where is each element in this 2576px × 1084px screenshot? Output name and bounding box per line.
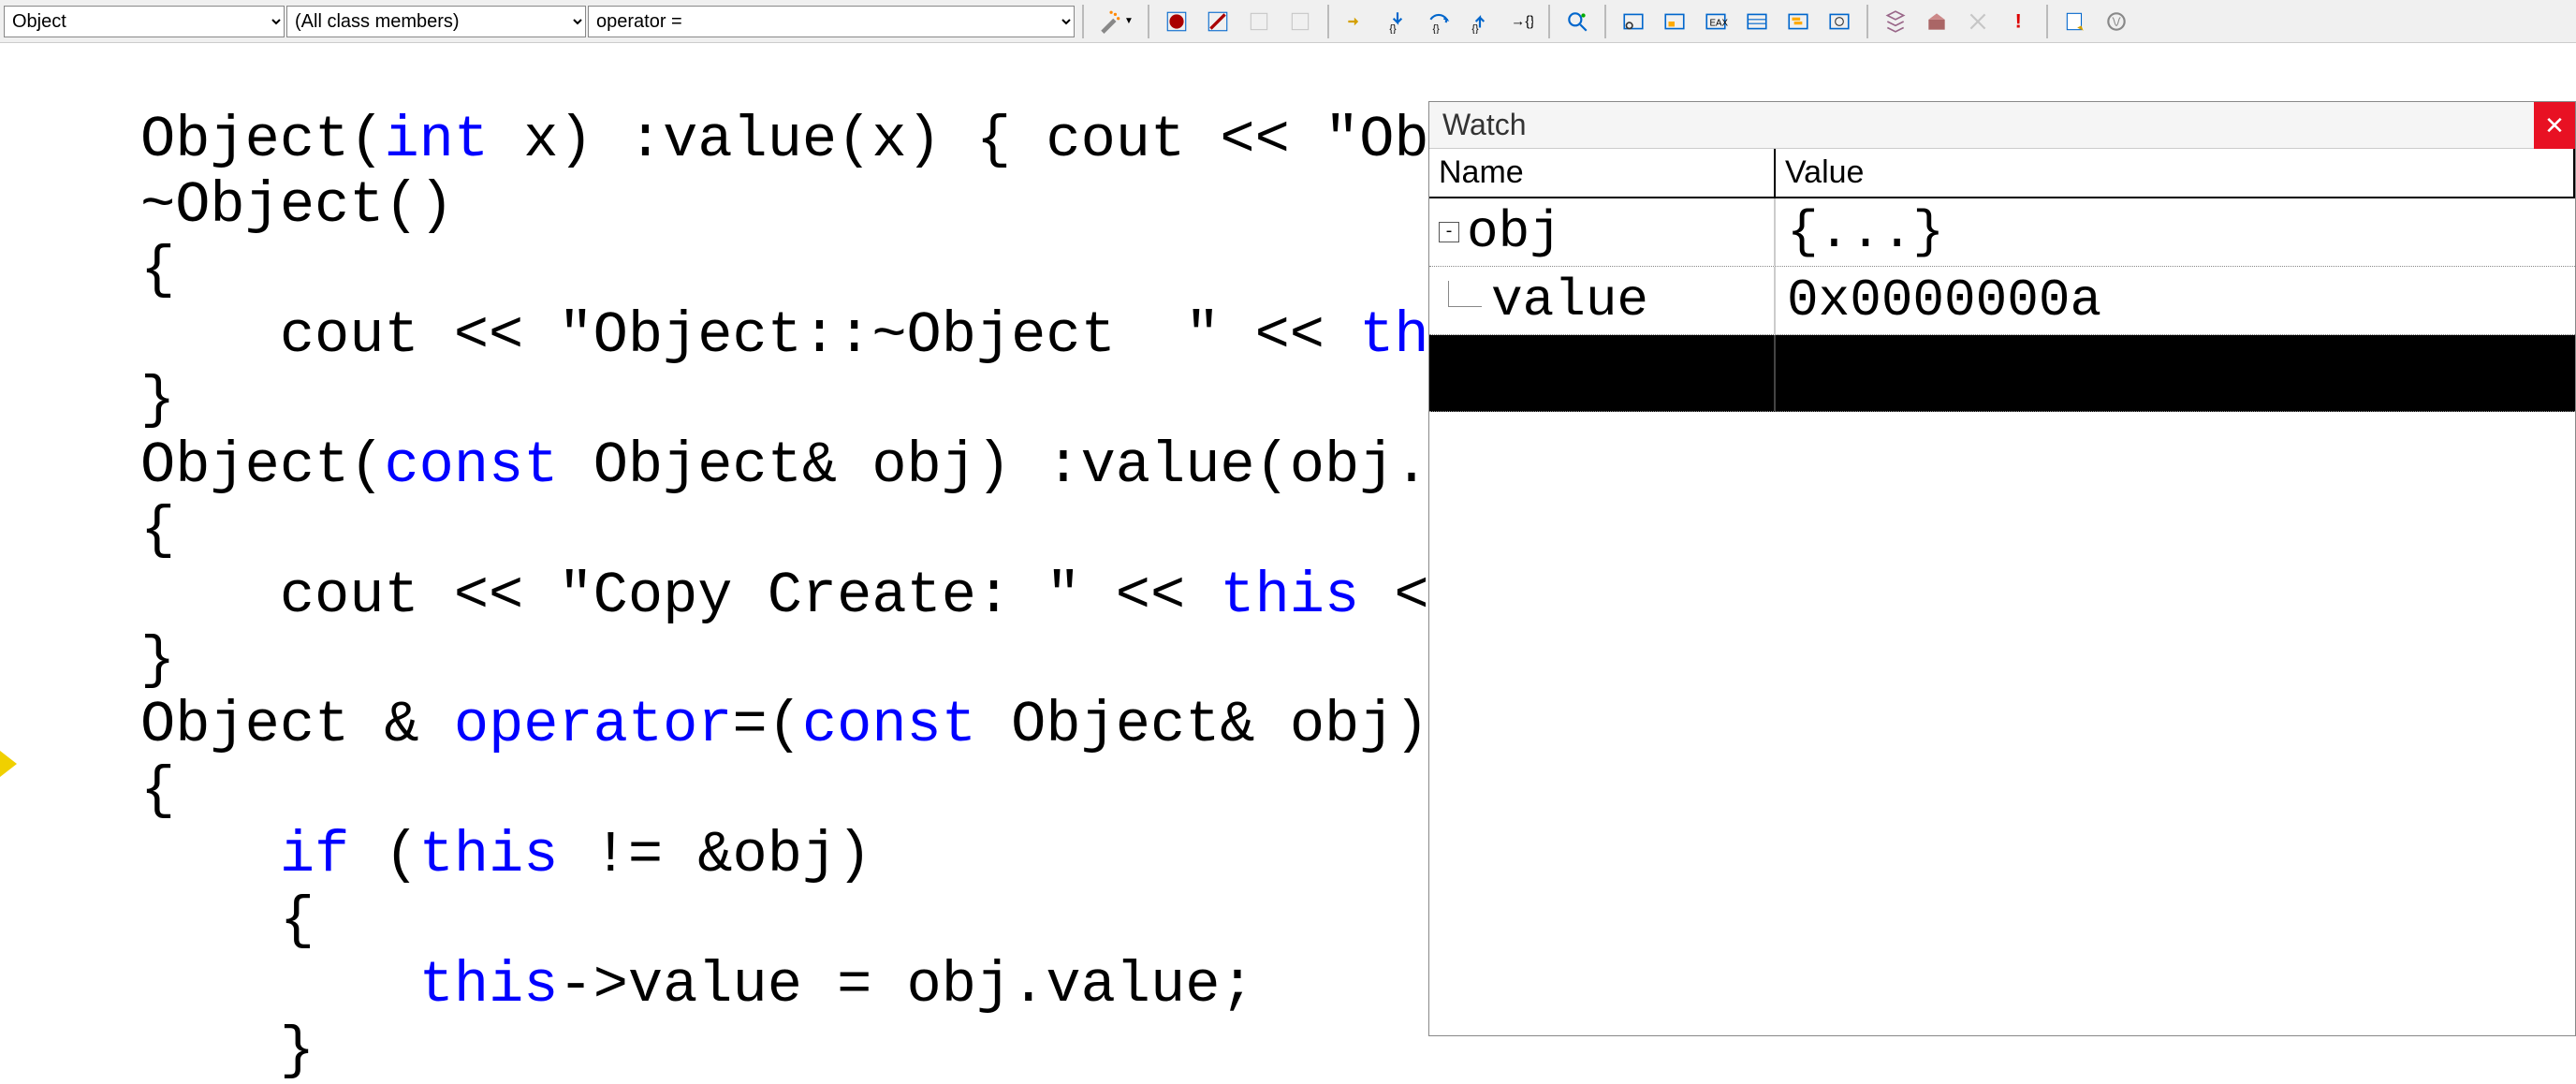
watch-title-bar[interactable]: Watch ✕ bbox=[1429, 102, 2575, 149]
wand-icon[interactable]: ▼ bbox=[1091, 5, 1140, 38]
disable-breakpoint-icon[interactable] bbox=[1198, 5, 1237, 38]
watch-window-icon[interactable] bbox=[1614, 5, 1653, 38]
member-selector[interactable]: operator = bbox=[588, 6, 1075, 37]
toolbar-separator bbox=[1327, 5, 1329, 38]
toolbar-separator bbox=[1866, 5, 1868, 38]
go-icon[interactable] bbox=[2056, 5, 2095, 38]
watch-window: Watch ✕ Name Value - obj {...} value 0x0… bbox=[1428, 101, 2576, 1036]
class-selector[interactable]: Object bbox=[4, 6, 285, 37]
toolbar-separator bbox=[1604, 5, 1606, 38]
disassembly-window-icon[interactable] bbox=[1820, 5, 1859, 38]
svg-text:{}: {} bbox=[1471, 22, 1479, 33]
toolbar: Object (All class members) operator = ▼ … bbox=[0, 0, 2576, 43]
toolbar-separator bbox=[1548, 5, 1550, 38]
members-filter-selector[interactable]: (All class members) bbox=[286, 6, 586, 37]
tree-branch-icon bbox=[1448, 281, 1482, 307]
bookmark-next-icon bbox=[1281, 5, 1320, 38]
build-icon[interactable] bbox=[1917, 5, 1956, 38]
insert-breakpoint-icon[interactable] bbox=[2097, 5, 2136, 38]
watch-row-empty[interactable] bbox=[1429, 335, 2575, 412]
watch-headers: Name Value bbox=[1429, 149, 2575, 198]
step-over-icon[interactable]: {} bbox=[1419, 5, 1458, 38]
expand-toggle-icon[interactable]: - bbox=[1439, 222, 1459, 242]
watch-var-value: {...} bbox=[1776, 198, 2575, 266]
toolbar-separator bbox=[1148, 5, 1149, 38]
current-line-arrow-icon bbox=[0, 751, 17, 777]
svg-text:!: ! bbox=[2015, 9, 2022, 33]
stop-build-icon bbox=[1958, 5, 1998, 38]
watch-row[interactable]: - obj {...} bbox=[1429, 198, 2575, 267]
registers-window-icon[interactable]: EAX bbox=[1696, 5, 1735, 38]
svg-text:EAX: EAX bbox=[1710, 18, 1729, 28]
toolbar-separator bbox=[1082, 5, 1084, 38]
execute-icon[interactable]: ! bbox=[1999, 5, 2039, 38]
run-to-cursor-icon[interactable]: →{} bbox=[1501, 5, 1541, 38]
watch-header-name[interactable]: Name bbox=[1429, 149, 1776, 197]
watch-var-name: obj bbox=[1467, 202, 1561, 262]
watch-row[interactable]: value 0x0000000a bbox=[1429, 267, 2575, 335]
step-out-icon[interactable]: {} bbox=[1460, 5, 1500, 38]
variables-window-icon[interactable] bbox=[1655, 5, 1694, 38]
svg-text:→{}: →{} bbox=[1511, 13, 1533, 29]
watch-var-name: value bbox=[1491, 271, 1648, 330]
compile-icon[interactable] bbox=[1876, 5, 1915, 38]
bookmark-icon bbox=[1239, 5, 1279, 38]
watch-header-value[interactable]: Value bbox=[1776, 149, 2575, 197]
call-stack-window-icon[interactable] bbox=[1778, 5, 1818, 38]
step-into-icon[interactable]: {} bbox=[1378, 5, 1417, 38]
watch-rows: - obj {...} value 0x0000000a bbox=[1429, 198, 2575, 412]
show-next-statement-icon[interactable] bbox=[1337, 5, 1376, 38]
quickwatch-icon[interactable] bbox=[1558, 5, 1597, 38]
toggle-breakpoint-icon[interactable] bbox=[1157, 5, 1196, 38]
memory-window-icon[interactable] bbox=[1737, 5, 1777, 38]
close-icon[interactable]: ✕ bbox=[2534, 102, 2575, 149]
toolbar-separator bbox=[2046, 5, 2048, 38]
watch-title-label: Watch bbox=[1442, 108, 1527, 142]
svg-text:{}: {} bbox=[1433, 22, 1441, 33]
svg-text:{}: {} bbox=[1389, 22, 1397, 33]
watch-var-value: 0x0000000a bbox=[1776, 267, 2575, 334]
